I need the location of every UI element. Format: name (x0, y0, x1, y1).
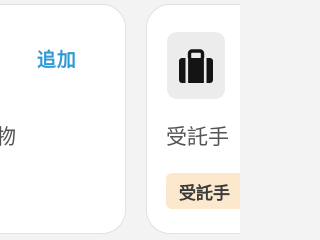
briefcase-icon (167, 32, 225, 99)
add-button[interactable]: 追加 (37, 51, 77, 70)
status-badge: 受託手 (166, 173, 240, 209)
item-label: 物 (0, 125, 16, 149)
item-label: 受託手 (166, 125, 229, 149)
badge-label: 受託手 (179, 183, 230, 204)
viewport: 追加 物 受託手 受託手 (0, 0, 240, 240)
checked-baggage-card[interactable]: 受託手 受託手 (146, 4, 240, 234)
baggage-option-card[interactable]: 追加 物 (0, 4, 126, 234)
